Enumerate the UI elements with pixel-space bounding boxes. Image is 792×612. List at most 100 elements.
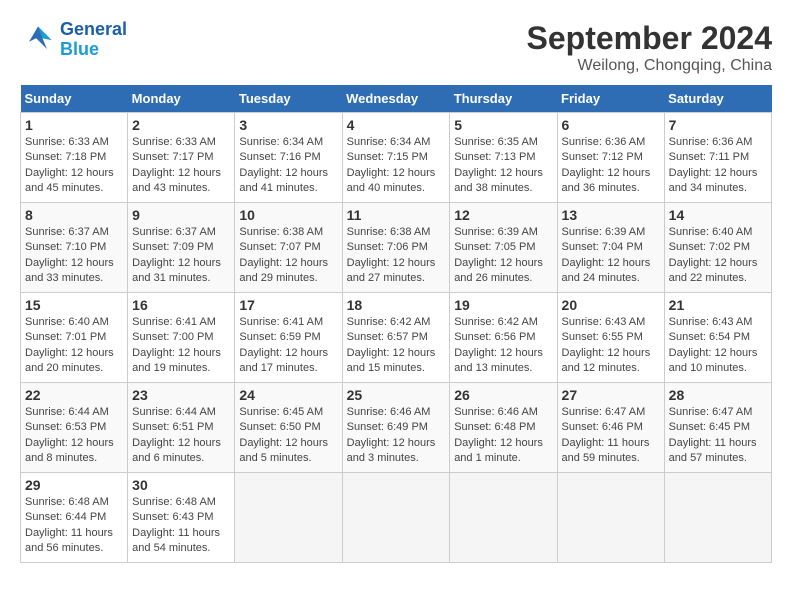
day-number: 30	[132, 477, 230, 493]
day-info: Sunrise: 6:45 AMSunset: 6:50 PMDaylight:…	[239, 405, 337, 467]
day-info: Sunrise: 6:37 AMSunset: 7:10 PMDaylight:…	[25, 225, 123, 287]
weekday-header-monday: Monday	[128, 85, 235, 113]
day-number: 21	[669, 297, 767, 313]
day-info: Sunrise: 6:47 AMSunset: 6:46 PMDaylight:…	[562, 405, 660, 467]
day-info: Sunrise: 6:43 AMSunset: 6:55 PMDaylight:…	[562, 315, 660, 377]
day-number: 4	[347, 117, 446, 133]
day-number: 20	[562, 297, 660, 313]
calendar-cell: 14 Sunrise: 6:40 AMSunset: 7:02 PMDaylig…	[664, 203, 771, 293]
day-info: Sunrise: 6:40 AMSunset: 7:01 PMDaylight:…	[25, 315, 123, 377]
calendar-cell: 28 Sunrise: 6:47 AMSunset: 6:45 PMDaylig…	[664, 383, 771, 473]
logo: General Blue	[20, 20, 127, 60]
calendar-cell: 29 Sunrise: 6:48 AMSunset: 6:44 PMDaylig…	[21, 473, 128, 563]
title-block: September 2024 Weilong, Chongqing, China	[527, 20, 772, 75]
weekday-header-tuesday: Tuesday	[235, 85, 342, 113]
day-info: Sunrise: 6:47 AMSunset: 6:45 PMDaylight:…	[669, 405, 767, 467]
day-number: 7	[669, 117, 767, 133]
calendar-cell: 12 Sunrise: 6:39 AMSunset: 7:05 PMDaylig…	[450, 203, 557, 293]
calendar-cell	[450, 473, 557, 563]
day-info: Sunrise: 6:43 AMSunset: 6:54 PMDaylight:…	[669, 315, 767, 377]
day-number: 13	[562, 207, 660, 223]
day-info: Sunrise: 6:34 AMSunset: 7:15 PMDaylight:…	[347, 135, 446, 197]
weekday-header-sunday: Sunday	[21, 85, 128, 113]
calendar-cell: 19 Sunrise: 6:42 AMSunset: 6:56 PMDaylig…	[450, 293, 557, 383]
page-header: General Blue September 2024 Weilong, Cho…	[20, 20, 772, 75]
day-info: Sunrise: 6:46 AMSunset: 6:49 PMDaylight:…	[347, 405, 446, 467]
day-info: Sunrise: 6:34 AMSunset: 7:16 PMDaylight:…	[239, 135, 337, 197]
calendar-cell: 8 Sunrise: 6:37 AMSunset: 7:10 PMDayligh…	[21, 203, 128, 293]
calendar-cell	[235, 473, 342, 563]
calendar-cell: 2 Sunrise: 6:33 AMSunset: 7:17 PMDayligh…	[128, 113, 235, 203]
calendar-cell: 21 Sunrise: 6:43 AMSunset: 6:54 PMDaylig…	[664, 293, 771, 383]
day-info: Sunrise: 6:40 AMSunset: 7:02 PMDaylight:…	[669, 225, 767, 287]
day-info: Sunrise: 6:41 AMSunset: 6:59 PMDaylight:…	[239, 315, 337, 377]
calendar-cell: 10 Sunrise: 6:38 AMSunset: 7:07 PMDaylig…	[235, 203, 342, 293]
day-info: Sunrise: 6:44 AMSunset: 6:51 PMDaylight:…	[132, 405, 230, 467]
day-number: 1	[25, 117, 123, 133]
day-info: Sunrise: 6:41 AMSunset: 7:00 PMDaylight:…	[132, 315, 230, 377]
day-info: Sunrise: 6:39 AMSunset: 7:05 PMDaylight:…	[454, 225, 552, 287]
calendar-week-2: 8 Sunrise: 6:37 AMSunset: 7:10 PMDayligh…	[21, 203, 772, 293]
calendar-week-1: 1 Sunrise: 6:33 AMSunset: 7:18 PMDayligh…	[21, 113, 772, 203]
day-number: 18	[347, 297, 446, 313]
day-number: 23	[132, 387, 230, 403]
calendar-cell: 9 Sunrise: 6:37 AMSunset: 7:09 PMDayligh…	[128, 203, 235, 293]
calendar-cell: 23 Sunrise: 6:44 AMSunset: 6:51 PMDaylig…	[128, 383, 235, 473]
day-number: 17	[239, 297, 337, 313]
calendar-cell: 27 Sunrise: 6:47 AMSunset: 6:46 PMDaylig…	[557, 383, 664, 473]
calendar-cell: 7 Sunrise: 6:36 AMSunset: 7:11 PMDayligh…	[664, 113, 771, 203]
day-info: Sunrise: 6:48 AMSunset: 6:44 PMDaylight:…	[25, 495, 123, 557]
calendar-cell	[664, 473, 771, 563]
day-number: 2	[132, 117, 230, 133]
day-info: Sunrise: 6:44 AMSunset: 6:53 PMDaylight:…	[25, 405, 123, 467]
day-info: Sunrise: 6:48 AMSunset: 6:43 PMDaylight:…	[132, 495, 230, 557]
day-number: 8	[25, 207, 123, 223]
calendar-week-3: 15 Sunrise: 6:40 AMSunset: 7:01 PMDaylig…	[21, 293, 772, 383]
day-info: Sunrise: 6:42 AMSunset: 6:57 PMDaylight:…	[347, 315, 446, 377]
location-title: Weilong, Chongqing, China	[527, 57, 772, 75]
calendar-cell: 25 Sunrise: 6:46 AMSunset: 6:49 PMDaylig…	[342, 383, 450, 473]
calendar-cell: 17 Sunrise: 6:41 AMSunset: 6:59 PMDaylig…	[235, 293, 342, 383]
day-number: 6	[562, 117, 660, 133]
day-number: 28	[669, 387, 767, 403]
calendar-cell: 22 Sunrise: 6:44 AMSunset: 6:53 PMDaylig…	[21, 383, 128, 473]
calendar-cell: 26 Sunrise: 6:46 AMSunset: 6:48 PMDaylig…	[450, 383, 557, 473]
day-number: 12	[454, 207, 552, 223]
day-info: Sunrise: 6:36 AMSunset: 7:12 PMDaylight:…	[562, 135, 660, 197]
calendar-table: SundayMondayTuesdayWednesdayThursdayFrid…	[20, 85, 772, 563]
day-number: 19	[454, 297, 552, 313]
day-info: Sunrise: 6:39 AMSunset: 7:04 PMDaylight:…	[562, 225, 660, 287]
day-info: Sunrise: 6:36 AMSunset: 7:11 PMDaylight:…	[669, 135, 767, 197]
weekday-header-friday: Friday	[557, 85, 664, 113]
weekday-header-wednesday: Wednesday	[342, 85, 450, 113]
calendar-cell: 15 Sunrise: 6:40 AMSunset: 7:01 PMDaylig…	[21, 293, 128, 383]
day-info: Sunrise: 6:35 AMSunset: 7:13 PMDaylight:…	[454, 135, 552, 197]
calendar-cell	[557, 473, 664, 563]
day-number: 9	[132, 207, 230, 223]
day-info: Sunrise: 6:38 AMSunset: 7:06 PMDaylight:…	[347, 225, 446, 287]
day-number: 5	[454, 117, 552, 133]
day-number: 14	[669, 207, 767, 223]
day-number: 26	[454, 387, 552, 403]
calendar-cell: 30 Sunrise: 6:48 AMSunset: 6:43 PMDaylig…	[128, 473, 235, 563]
day-info: Sunrise: 6:33 AMSunset: 7:18 PMDaylight:…	[25, 135, 123, 197]
calendar-cell: 6 Sunrise: 6:36 AMSunset: 7:12 PMDayligh…	[557, 113, 664, 203]
month-title: September 2024	[527, 20, 772, 57]
day-info: Sunrise: 6:33 AMSunset: 7:17 PMDaylight:…	[132, 135, 230, 197]
day-number: 27	[562, 387, 660, 403]
calendar-cell: 1 Sunrise: 6:33 AMSunset: 7:18 PMDayligh…	[21, 113, 128, 203]
day-number: 11	[347, 207, 446, 223]
day-number: 3	[239, 117, 337, 133]
calendar-cell: 11 Sunrise: 6:38 AMSunset: 7:06 PMDaylig…	[342, 203, 450, 293]
calendar-cell: 5 Sunrise: 6:35 AMSunset: 7:13 PMDayligh…	[450, 113, 557, 203]
calendar-cell: 18 Sunrise: 6:42 AMSunset: 6:57 PMDaylig…	[342, 293, 450, 383]
day-info: Sunrise: 6:42 AMSunset: 6:56 PMDaylight:…	[454, 315, 552, 377]
day-number: 29	[25, 477, 123, 493]
calendar-cell: 16 Sunrise: 6:41 AMSunset: 7:00 PMDaylig…	[128, 293, 235, 383]
weekday-header-thursday: Thursday	[450, 85, 557, 113]
calendar-cell: 13 Sunrise: 6:39 AMSunset: 7:04 PMDaylig…	[557, 203, 664, 293]
day-number: 25	[347, 387, 446, 403]
logo-icon	[20, 22, 56, 58]
day-number: 16	[132, 297, 230, 313]
day-number: 15	[25, 297, 123, 313]
